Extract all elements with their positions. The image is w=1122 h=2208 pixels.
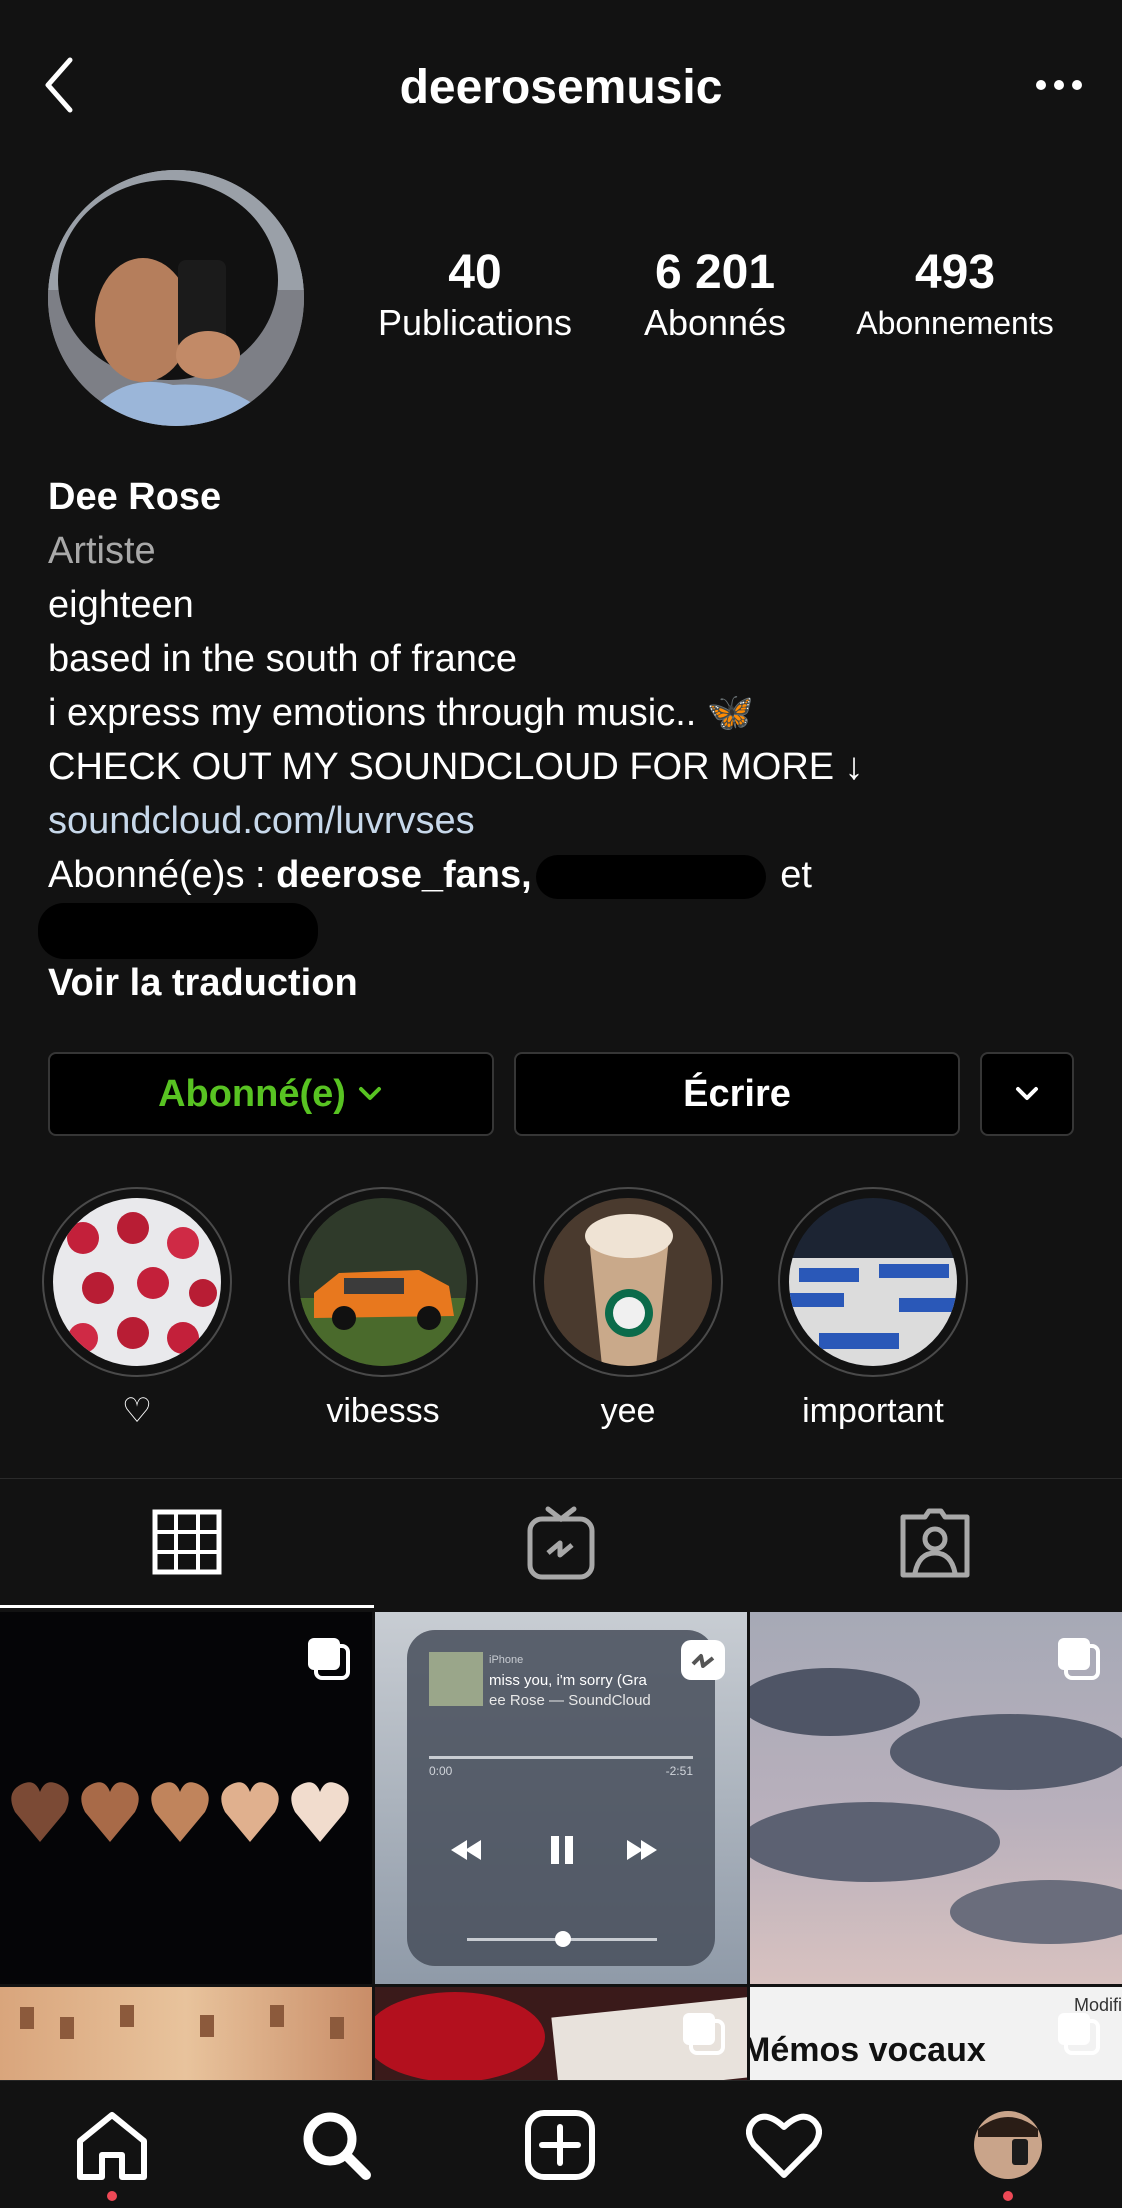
post-thumbnail[interactable] [375, 1987, 747, 2080]
following-count[interactable]: 493 Abonnements [835, 245, 1075, 345]
highlight-cover [53, 1198, 221, 1366]
nav-activity[interactable] [672, 2081, 896, 2208]
nav-search[interactable] [224, 2081, 448, 2208]
redacted-username [38, 902, 318, 959]
message-button-label: Écrire [683, 1072, 791, 1115]
igtv-icon [681, 1640, 725, 1680]
tab-igtv[interactable] [374, 1478, 748, 1608]
memo-title: Mémos vocaux [750, 2031, 986, 2069]
profile-category: Artiste [48, 530, 156, 572]
story-highlight[interactable]: ♡ [42, 1187, 232, 1433]
bio-line: CHECK OUT MY SOUNDCLOUD FOR MORE ↓ [48, 746, 864, 788]
highlight-cover [544, 1198, 712, 1366]
carousel-icon [1058, 2013, 1100, 2055]
redacted-username [535, 854, 766, 899]
search-icon [303, 2112, 371, 2180]
heart-icon [746, 2113, 822, 2178]
chevron-down-icon [1016, 1087, 1038, 1100]
carousel-icon [1058, 1638, 1100, 1680]
followers-count[interactable]: 6 201 Abonnés [600, 245, 830, 345]
bio-line: based in the south of france [48, 638, 517, 680]
highlight-label: important [802, 1392, 944, 1430]
player-progress-bar [429, 1756, 693, 1759]
highlight-ring [533, 1187, 723, 1377]
following-count-value: 493 [914, 246, 996, 299]
highlight-ring [42, 1187, 232, 1377]
tab-tagged[interactable] [748, 1478, 1122, 1608]
post-thumbnail[interactable] [0, 1987, 372, 2080]
display-name: Dee Rose [48, 476, 222, 518]
player-track-title: miss you, i'm sorry (Gra [489, 1672, 647, 1689]
followed-by[interactable]: Abonné(e)s : deerose_fans, et [48, 848, 1088, 902]
post-thumbnail[interactable]: iPhone miss you, i'm sorry (Gra ee Rose … [375, 1612, 747, 1984]
bio-line: eighteen [48, 584, 194, 626]
buildings-image [20, 2005, 344, 2039]
igtv-icon [527, 1506, 595, 1580]
player-source: iPhone [489, 1654, 524, 1666]
post-thumbnail[interactable] [750, 1612, 1122, 1984]
bottom-navigation [0, 2080, 1122, 2208]
profile-avatar[interactable] [48, 170, 304, 426]
home-icon [77, 2112, 147, 2180]
add-icon [525, 2110, 595, 2180]
followed-by-continued [38, 902, 1088, 959]
music-player-card: iPhone miss you, i'm sorry (Gra ee Rose … [407, 1630, 715, 1966]
profile-username: deerosemusic [399, 61, 723, 114]
followed-by-user[interactable]: deerose_fans, [276, 854, 532, 896]
nav-create[interactable] [448, 2081, 672, 2208]
see-translation-link[interactable]: Voir la traduction [48, 956, 1088, 1010]
player-time-end: -2:51 [665, 1764, 693, 1778]
notification-dot [107, 2191, 117, 2201]
post-thumbnail[interactable]: Modifi Mémos vocaux [750, 1987, 1122, 2080]
grid-icon [152, 1509, 222, 1574]
highlight-cover [299, 1198, 467, 1366]
message-button[interactable]: Écrire [514, 1052, 960, 1136]
more-options-icon[interactable] [1034, 78, 1084, 92]
tagged-icon [900, 1508, 970, 1578]
chevron-down-icon [358, 1087, 381, 1100]
album-art [429, 1652, 483, 1706]
post-thumbnail[interactable] [0, 1612, 372, 1984]
highlight-label: yee [600, 1392, 656, 1430]
posts-count[interactable]: 40 Publications [355, 245, 595, 345]
followers-count-value: 6 201 [654, 246, 776, 299]
following-button-label: Abonné(e) [158, 1072, 346, 1115]
followed-by-suffix: et [769, 854, 812, 896]
posts-count-value: 40 [448, 246, 502, 299]
story-highlight[interactable]: yee [533, 1187, 723, 1433]
posts-count-label: Publications [377, 302, 573, 343]
player-time-start: 0:00 [429, 1764, 453, 1778]
story-highlight[interactable]: vibesss [288, 1187, 478, 1433]
story-highlight[interactable]: important [778, 1187, 968, 1433]
following-count-label: Abonnements [856, 305, 1054, 341]
profile-bio: Dee Rose Artiste eighteen based in the s… [38, 470, 1088, 1010]
highlight-label: ♡ [121, 1392, 153, 1430]
volume-knob [555, 1931, 571, 1947]
carousel-icon [308, 1638, 350, 1680]
player-artist: ee Rose — SoundCloud [489, 1692, 651, 1709]
bio-link[interactable]: soundcloud.com/luvrvses [48, 794, 1088, 848]
player-controls [451, 1836, 657, 1864]
highlight-ring [778, 1187, 968, 1377]
highlight-label: vibesss [326, 1392, 440, 1430]
suggested-accounts-button[interactable] [980, 1052, 1074, 1136]
top-bar: deerosemusic [0, 0, 1122, 170]
bio-line: i express my emotions through music.. 🦋 [48, 692, 755, 734]
highlight-cover [789, 1198, 957, 1366]
highlight-ring [288, 1187, 478, 1377]
nav-home[interactable] [0, 2081, 224, 2208]
profile-avatar-icon [974, 2111, 1042, 2179]
tab-grid[interactable] [0, 1478, 374, 1608]
carousel-icon [683, 2013, 725, 2055]
notification-dot [1003, 2191, 1013, 2201]
followed-by-prefix: Abonné(e)s : [48, 854, 277, 896]
followers-count-label: Abonnés [643, 302, 787, 343]
following-button[interactable]: Abonné(e) [48, 1052, 494, 1136]
nav-profile[interactable] [896, 2081, 1120, 2208]
